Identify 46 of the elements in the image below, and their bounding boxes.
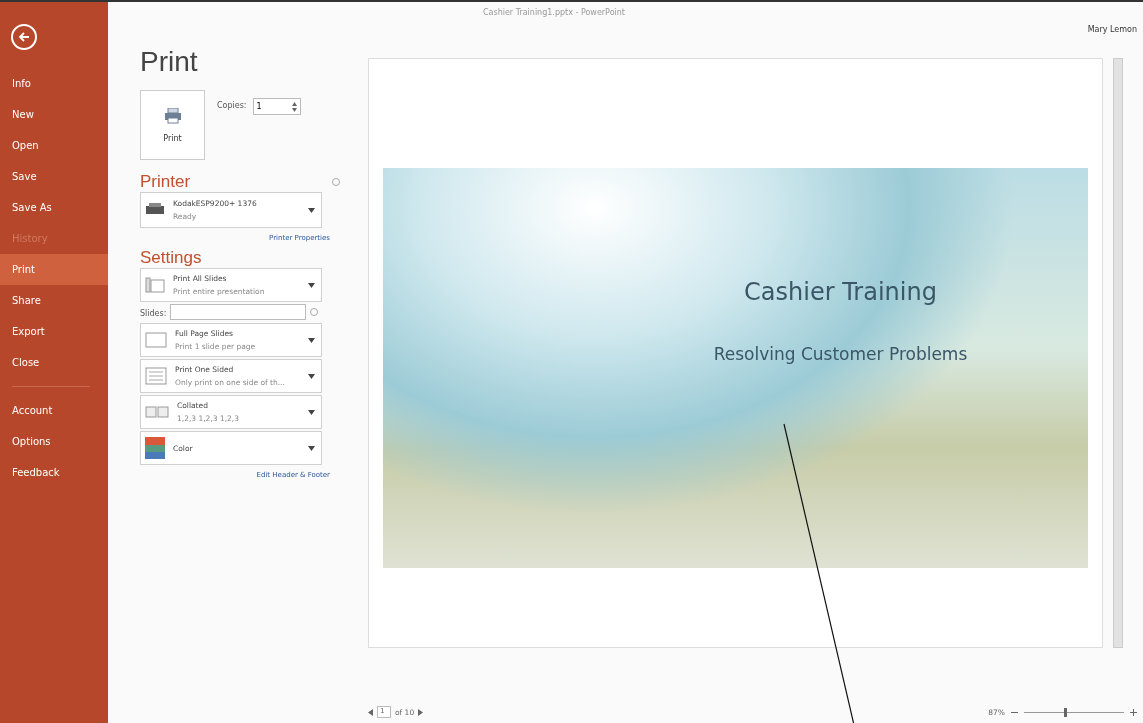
dropdown-caret-icon [308,282,315,288]
sidebar-item[interactable]: Open [0,130,108,161]
slide-subtitle: Resolving Customer Problems [713,344,968,364]
back-button[interactable] [11,24,37,50]
slide-page-icon [145,332,167,348]
scroll-bar[interactable] [1113,58,1123,648]
slide-title: Cashier Training [744,278,937,306]
window-title: Cashier Training1.pptx - PowerPoint [483,8,625,19]
sidebar-item[interactable]: Share [0,285,108,316]
spinner-arrows-icon[interactable] [291,102,297,112]
sidebar-item[interactable]: Save [0,161,108,192]
sidebar-item[interactable]: Save As [0,192,108,223]
dropdown-caret-icon [308,409,315,415]
sidebar-item[interactable]: Feedback [0,457,108,488]
sidebar-item[interactable]: New [0,99,108,130]
printer-icon [163,107,182,124]
user-name: Mary Lemon [1087,25,1137,34]
page-lines-icon [145,367,167,385]
sidebar-item[interactable]: Info [0,68,108,99]
slides-field[interactable] [170,304,307,320]
previous-page-icon[interactable] [368,708,373,716]
zoom-thumb[interactable] [1064,707,1067,717]
dropdown-caret-icon [308,337,315,343]
color-swatch-icon [145,437,165,459]
slides-label: Slides: [140,308,167,318]
sidebar-item[interactable]: Options [0,426,108,457]
section-heading: Settings [140,248,203,268]
next-page-icon[interactable] [418,708,424,716]
sidebar-item[interactable]: Close [0,347,108,378]
info-icon [332,178,340,186]
dropdown-caret-icon [308,445,315,451]
copies-field[interactable]: 1 [252,98,301,115]
dropdown-caret-icon [308,373,315,379]
sidebar-item[interactable]: Account [0,395,108,426]
info-icon [310,308,319,316]
zoom-in-icon[interactable] [1130,708,1137,716]
back-arrow-icon [18,31,30,43]
sidebar-item[interactable]: Print [0,254,108,285]
page-heading: Print [140,46,199,78]
dropdown-caret-icon [308,207,315,213]
collated-pages-icon [145,405,169,419]
slides-stack-icon [145,276,165,294]
section-heading: Printer [140,172,191,192]
sidebar-item[interactable]: Export [0,316,108,347]
copies-label: Copies: [217,100,247,110]
print-button[interactable]: Print [140,90,205,160]
